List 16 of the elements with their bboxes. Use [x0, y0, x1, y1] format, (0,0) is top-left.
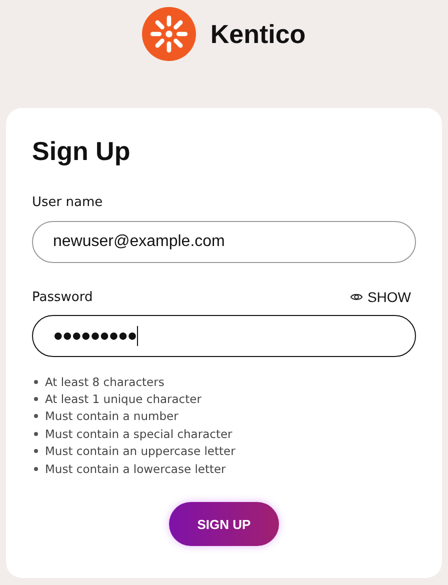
password-rule: At least 1 unique character	[45, 392, 202, 406]
password-rule: Must contain a number	[45, 409, 178, 424]
field-label: Password	[32, 290, 93, 305]
password-rule: At least 8 characters	[45, 374, 164, 389]
brand-name: Kentico	[210, 18, 306, 50]
password-rule: Must contain a lowercase letter	[45, 462, 226, 476]
eye-icon	[350, 292, 364, 302]
password-field[interactable]: ●●●●●●●●●	[32, 315, 416, 357]
field-label: User name	[32, 195, 104, 210]
form-title: Sign Up	[32, 136, 132, 167]
signup-button[interactable]: SIGN UP	[169, 502, 279, 546]
logo-icon	[142, 7, 196, 61]
password-rule: Must contain an uppercase letter	[45, 444, 236, 458]
username-field[interactable]: newuser@example.com	[32, 221, 416, 263]
password-rule: Must contain a special character	[45, 426, 232, 441]
show-button[interactable]: SHOW	[350, 289, 416, 305]
